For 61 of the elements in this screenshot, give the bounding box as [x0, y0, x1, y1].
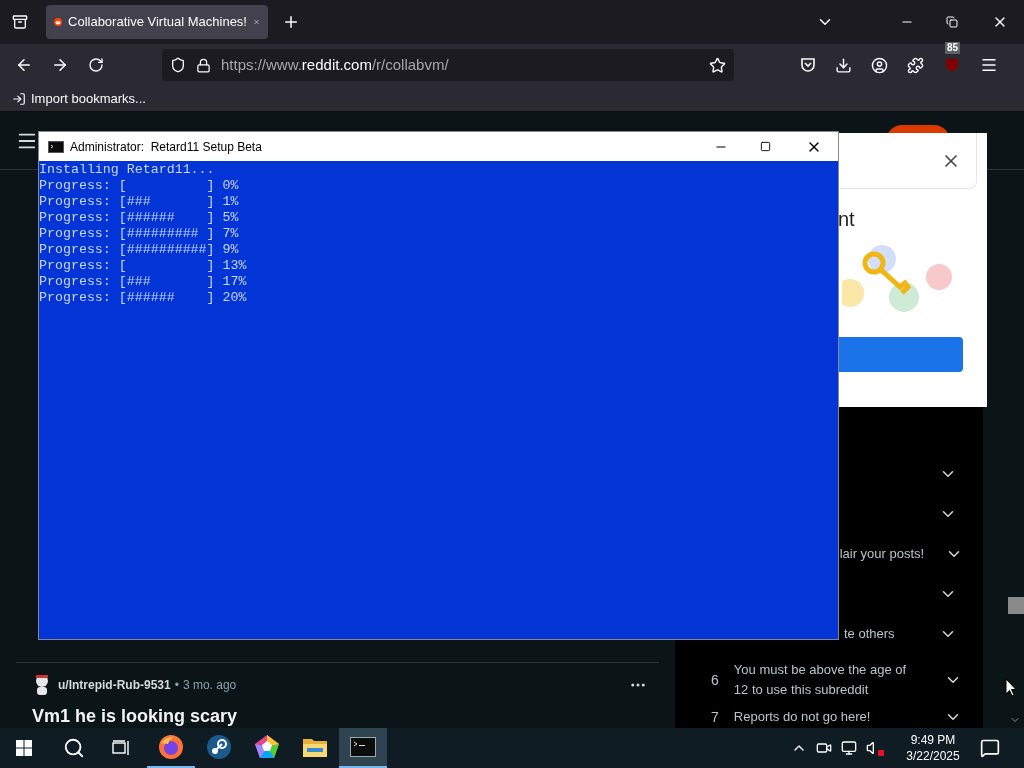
console-line: Progress: [ ] 13%	[39, 258, 248, 274]
console-line: Progress: [###### ] 5%	[39, 210, 240, 226]
notifications-icon[interactable]	[980, 738, 1000, 758]
address-bar[interactable]: https://www.reddit.com/r/collabvm/	[162, 49, 734, 81]
game-store-logo-icon	[206, 734, 232, 760]
bookmark-star-icon[interactable]	[709, 56, 726, 74]
rule-text[interactable]: te others	[844, 624, 913, 644]
rule-number: 6	[711, 672, 719, 688]
folder-icon	[302, 736, 328, 758]
console-line: Progress: [### ] 17%	[39, 274, 248, 290]
import-icon	[12, 91, 26, 106]
muted-speaker-icon[interactable]	[866, 740, 884, 756]
shield-chevron-icon[interactable]	[800, 57, 816, 73]
network-icon[interactable]	[841, 740, 857, 756]
clock-date[interactable]: 3/22/2025	[906, 748, 960, 764]
console-line: Progress: [##########] 9%	[39, 242, 240, 258]
rule-text[interactable]: Reports do not go here!	[733, 707, 924, 727]
console-line: Progress: [###### ] 20%	[39, 290, 248, 306]
tab-list-icon[interactable]	[12, 14, 28, 30]
console-line: Progress: [### ] 1%	[39, 194, 240, 210]
bookmark-item[interactable]: Import bookmarks...	[12, 88, 146, 109]
meta-separator: •	[174, 677, 179, 694]
browser-logo-icon	[158, 734, 184, 760]
rule-text[interactable]: lair your posts!	[839, 544, 925, 564]
console-line: Progress: [######### ] 7%	[39, 226, 240, 242]
console-line: Installing Retard11...	[39, 162, 216, 178]
windows-logo-icon[interactable]	[16, 740, 32, 756]
taskbar-app[interactable]	[339, 728, 387, 768]
account-icon[interactable]	[871, 56, 888, 74]
forward-icon[interactable]	[51, 56, 69, 74]
new-tab-icon[interactable]	[282, 13, 300, 31]
pentagon-icon	[254, 734, 280, 760]
restore-icon[interactable]	[946, 16, 958, 28]
console-line: Progress: [ ] 0%	[39, 178, 240, 194]
search-icon[interactable]	[63, 737, 85, 759]
reload-icon[interactable]	[88, 57, 104, 73]
tab-title: Collaborative Virtual Machines!	[68, 13, 247, 32]
post-author[interactable]: u/Intrepid-Rub-9531	[58, 676, 171, 694]
popup-heading: nt	[838, 207, 856, 231]
scrollbar-thumb[interactable]	[1008, 597, 1024, 614]
download-icon[interactable]	[835, 56, 852, 74]
post-age: 3 mo. ago	[182, 677, 237, 694]
window-title: Administrator: Retard11 Setup Beta	[70, 138, 262, 156]
console-app-icon	[48, 140, 64, 153]
post-title[interactable]: Vm1 he is looking scary	[16, 704, 659, 728]
mouse-pointer-icon	[1005, 678, 1017, 697]
badge-count: 85	[945, 42, 961, 54]
task-view-icon[interactable]	[112, 740, 130, 756]
browser-tab[interactable]: Collaborative Virtual Machines!	[46, 5, 268, 39]
url-text: https://www.reddit.com/r/collabvm/	[221, 54, 450, 75]
rule-text[interactable]: You must be above the age of 12 to use this subreddit	[733, 660, 924, 700]
menu-icon[interactable]	[980, 56, 998, 74]
back-icon[interactable]	[15, 56, 33, 74]
lock-icon[interactable]	[196, 57, 211, 73]
maximize-icon[interactable]	[760, 141, 771, 152]
extensions-icon[interactable]	[907, 56, 924, 74]
camera-icon[interactable]	[816, 740, 832, 756]
clock-time[interactable]: 9:49 PM	[910, 732, 956, 748]
rule-number: 7	[711, 709, 719, 725]
terminal-icon	[350, 737, 376, 757]
shield-icon[interactable]	[170, 57, 186, 73]
